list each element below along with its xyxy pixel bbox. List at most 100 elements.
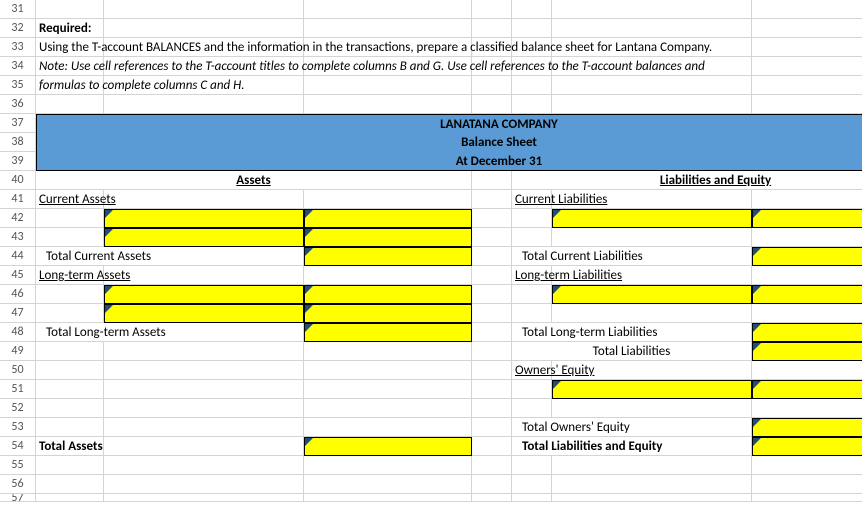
cell[interactable] [304,342,472,361]
cell[interactable] [752,38,862,57]
note-text[interactable]: formulas to complete columns C and H. [36,76,104,95]
cell[interactable] [472,209,512,228]
cell[interactable] [472,285,512,304]
cell[interactable] [104,95,304,114]
cell[interactable] [104,342,304,361]
input-cell[interactable] [552,380,752,399]
cell[interactable] [752,399,862,418]
cell[interactable] [752,57,862,76]
cell[interactable] [512,304,552,323]
cell[interactable] [36,456,104,475]
cell[interactable] [304,494,472,502]
cell[interactable] [472,190,512,209]
input-cell[interactable] [552,285,752,304]
cell[interactable] [512,456,552,475]
cell[interactable] [472,228,512,247]
total-liabilities-equity-label[interactable]: Total Liabilities and Equity [512,437,752,456]
cell[interactable] [104,437,304,456]
input-cell[interactable] [304,247,472,266]
cell[interactable] [304,76,472,95]
cell[interactable] [472,399,512,418]
cell[interactable] [472,380,512,399]
cell[interactable] [36,304,104,323]
cell[interactable] [752,456,862,475]
cell[interactable] [36,342,104,361]
current-assets-label[interactable]: Current Assets [36,190,104,209]
cell[interactable] [752,266,862,285]
cell[interactable] [36,285,104,304]
cell[interactable] [752,19,862,38]
cell[interactable] [472,304,512,323]
cell[interactable] [552,494,752,502]
cell[interactable] [104,0,304,19]
cell[interactable] [752,304,862,323]
current-liabilities-label[interactable]: Current Liabilities [512,190,552,209]
cell[interactable] [552,456,752,475]
cell[interactable] [472,266,512,285]
cell[interactable] [512,209,552,228]
cell[interactable] [512,76,552,95]
cell[interactable] [512,95,552,114]
cell[interactable] [472,494,512,502]
cell[interactable] [512,19,552,38]
cell[interactable] [304,418,472,437]
total-current-assets-label[interactable]: Total Current Assets [36,247,304,266]
cell[interactable] [752,475,862,494]
cell[interactable] [552,0,752,19]
cell[interactable] [304,475,472,494]
input-cell[interactable] [104,209,304,228]
cell[interactable] [552,95,752,114]
cell[interactable] [472,361,512,380]
input-cell[interactable] [304,304,472,323]
input-cell[interactable] [752,380,862,399]
cell[interactable] [36,95,104,114]
cell[interactable] [512,285,552,304]
cell[interactable] [104,19,304,38]
cell[interactable] [552,399,752,418]
cell[interactable] [104,361,304,380]
cell[interactable] [36,209,104,228]
cell[interactable] [104,399,304,418]
header-company[interactable]: LANATANA COMPANY [36,114,104,133]
cell[interactable] [36,228,104,247]
cell[interactable] [104,475,304,494]
spreadsheet-grid[interactable]: 31 32 Required: 33 Using the T-account B… [0,0,862,502]
longterm-liabilities-label[interactable]: Long-term Liabilities [512,266,552,285]
cell[interactable] [552,76,752,95]
cell[interactable] [752,95,862,114]
total-liabilities-label[interactable]: Total Liabilities [512,342,752,361]
input-cell[interactable] [752,323,862,342]
input-cell[interactable] [752,247,862,266]
cell[interactable] [472,342,512,361]
cell[interactable] [472,0,512,19]
owners-equity-label[interactable]: Owners' Equity [512,361,552,380]
cell[interactable] [512,475,552,494]
input-cell[interactable] [752,285,862,304]
input-cell[interactable] [104,304,304,323]
input-cell[interactable] [304,209,472,228]
cell[interactable] [472,456,512,475]
cell[interactable] [304,19,472,38]
note-text[interactable]: Note: Use cell references to the T-accou… [36,57,104,76]
input-cell[interactable] [304,437,472,456]
cell[interactable] [752,494,862,502]
cell[interactable] [472,171,512,190]
cell[interactable] [472,475,512,494]
cell[interactable] [752,76,862,95]
input-cell[interactable] [304,285,472,304]
cell[interactable] [552,475,752,494]
input-cell[interactable] [552,209,752,228]
total-assets-label[interactable]: Total Assets [36,437,104,456]
cell[interactable] [304,380,472,399]
input-cell[interactable] [752,342,862,361]
input-cell[interactable] [752,418,862,437]
header-date[interactable]: At December 31 [36,152,104,171]
cell[interactable] [472,437,512,456]
cell[interactable] [752,190,862,209]
cell[interactable] [36,0,104,19]
cell[interactable] [304,190,472,209]
cell[interactable] [36,494,104,502]
cell[interactable] [512,0,552,19]
cell[interactable] [472,95,512,114]
cell[interactable] [552,228,752,247]
